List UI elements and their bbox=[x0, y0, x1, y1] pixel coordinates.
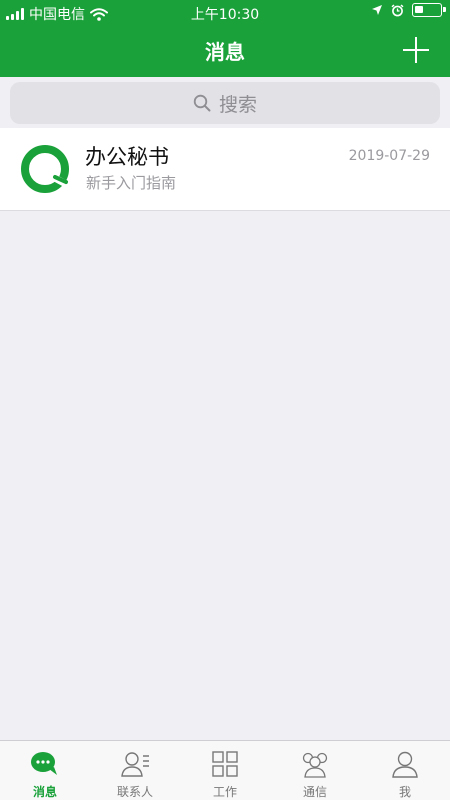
group-icon bbox=[299, 749, 331, 779]
tab-label: 我 bbox=[398, 785, 411, 799]
status-right bbox=[371, 3, 446, 17]
list-item[interactable]: 办公秘书 新手入门指南 2019-07-29 bbox=[0, 128, 450, 210]
tab-label: 消息 bbox=[32, 785, 57, 799]
message-list: 办公秘书 新手入门指南 2019-07-29 bbox=[0, 128, 450, 211]
tab-work[interactable]: 工作 bbox=[180, 741, 270, 800]
chat-bubble-icon bbox=[29, 749, 61, 779]
tab-communication[interactable]: 通信 bbox=[270, 741, 360, 800]
tab-label: 联系人 bbox=[116, 785, 153, 799]
alarm-icon bbox=[391, 3, 404, 16]
grid-icon bbox=[209, 749, 241, 779]
bottom-tab-bar: 消息 联系人 工作 通信 我 bbox=[0, 740, 450, 800]
message-preview: 新手入门指南 bbox=[86, 174, 177, 192]
person-icon bbox=[389, 749, 421, 779]
message-title: 办公秘书 bbox=[85, 145, 169, 169]
add-button[interactable] bbox=[402, 36, 430, 64]
q-logo-icon bbox=[20, 144, 70, 194]
status-bar: 中国电信 上午10:30 bbox=[0, 0, 450, 24]
search-placeholder: 搜索 bbox=[218, 93, 257, 116]
page-title: 消息 bbox=[205, 40, 245, 64]
location-arrow-icon bbox=[372, 5, 382, 15]
contacts-icon bbox=[119, 749, 151, 779]
tab-label: 工作 bbox=[212, 785, 237, 799]
search-input[interactable]: 搜索 bbox=[10, 82, 440, 124]
search-icon bbox=[193, 94, 211, 112]
message-date: 2019-07-29 bbox=[348, 148, 430, 164]
tab-messages[interactable]: 消息 bbox=[0, 741, 90, 800]
battery-icon bbox=[412, 3, 446, 17]
plus-icon bbox=[403, 37, 429, 63]
battery-level bbox=[415, 6, 423, 13]
tab-me[interactable]: 我 bbox=[360, 741, 450, 800]
tab-label: 通信 bbox=[302, 785, 327, 799]
top-header: 中国电信 上午10:30 消息 bbox=[0, 0, 450, 77]
tab-contacts[interactable]: 联系人 bbox=[90, 741, 180, 800]
